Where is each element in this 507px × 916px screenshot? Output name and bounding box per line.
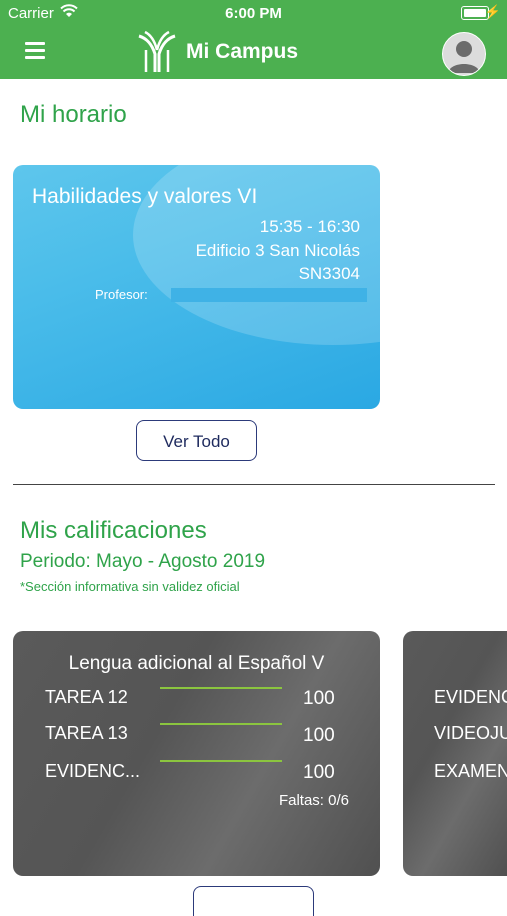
grades-period: Periodo: Mayo - Agosto 2019 [20, 551, 266, 572]
app-title: Mi Campus [186, 40, 299, 63]
schedule-card[interactable]: Habilidades y valores VI 15:35 - 16:30 E… [13, 165, 380, 409]
grade-card[interactable]: Lengua adicional al Español V TAREA 12 1… [13, 631, 380, 876]
professor-name [171, 288, 367, 302]
charging-bolt-icon: ⚡ [484, 4, 501, 19]
status-bar: Carrier 6:00 PM ⚡ [0, 0, 507, 26]
grade-item-name: EVIDENC [434, 687, 507, 707]
grade-bar [160, 760, 282, 762]
schedule-subject: Habilidades y valores VI [32, 185, 258, 208]
schedule-room: SN3304 [298, 264, 360, 283]
user-avatar-icon[interactable] [442, 32, 486, 76]
grade-item-score: 100 [303, 762, 335, 783]
absences-count: Faltas: 0/6 [278, 792, 349, 809]
professor-label: Profesor: [95, 287, 148, 302]
status-time: 6:00 PM [225, 5, 282, 22]
grade-item-name: VIDEOJU [434, 723, 507, 743]
view-all-schedule-button[interactable]: Ver Todo [136, 420, 257, 461]
schedule-building: Edificio 3 San Nicolás [195, 241, 360, 260]
grade-item-name: EXAMEN [434, 761, 507, 781]
person-icon [448, 41, 480, 73]
grade-item-score: 100 [303, 688, 335, 709]
grade-item-score: 100 [303, 725, 335, 746]
app-header: Carrier 6:00 PM ⚡ Mi Campus [0, 0, 507, 79]
view-all-grades-button[interactable] [193, 886, 314, 916]
grades-note: *Sección informativa sin validez oficial [20, 579, 240, 594]
schedule-heading: Mi horario [20, 101, 127, 128]
grade-bar [160, 687, 282, 689]
section-divider [13, 484, 495, 485]
grade-item-name: TAREA 12 [45, 687, 128, 707]
grade-item-name: EVIDENC... [45, 761, 141, 781]
grades-heading: Mis calificaciones [20, 517, 207, 544]
campus-logo-icon [138, 30, 176, 72]
grade-item-name: TAREA 13 [45, 723, 128, 743]
schedule-time: 15:35 - 16:30 [259, 217, 360, 236]
hamburger-menu-icon[interactable] [25, 42, 45, 60]
course-title: Lengua adicional al Español V [68, 653, 325, 674]
grade-bar [160, 723, 282, 725]
grade-card[interactable]: EVIDENC VIDEOJU EXAMEN [403, 631, 507, 876]
